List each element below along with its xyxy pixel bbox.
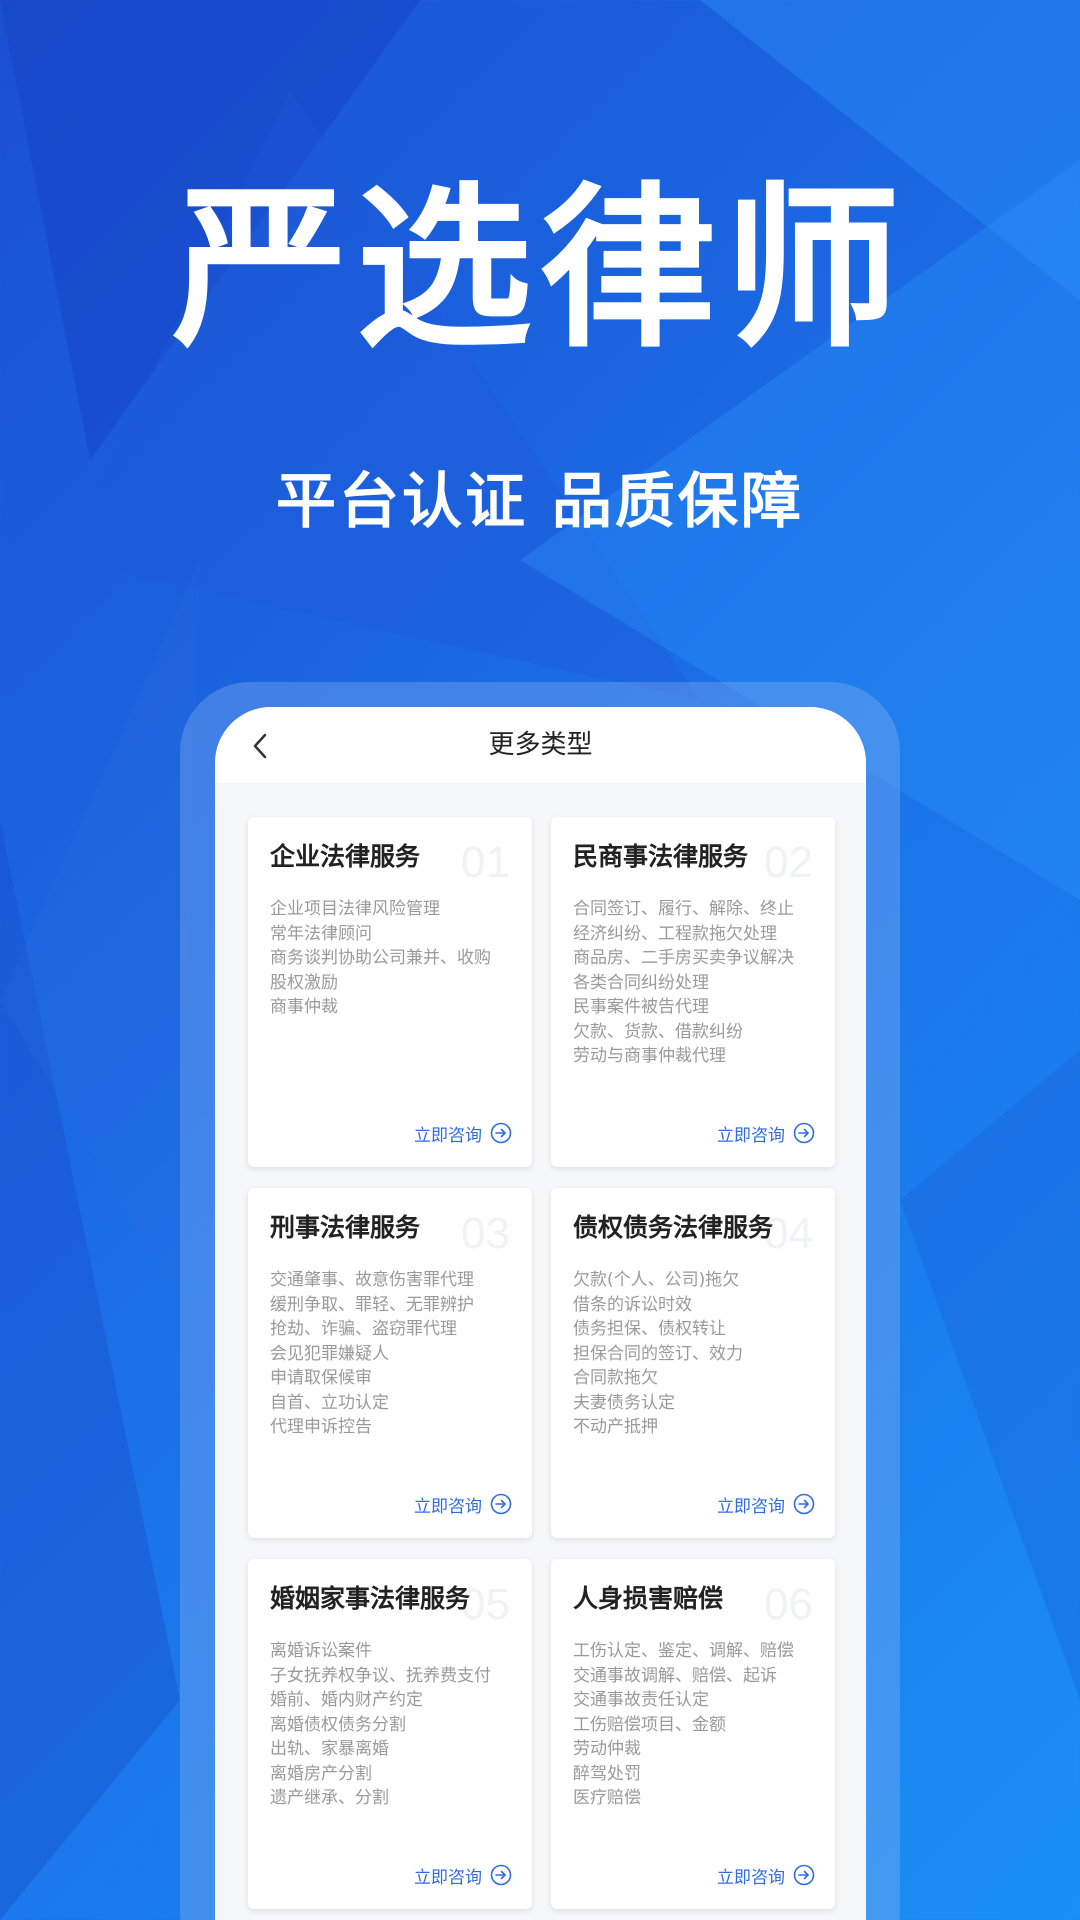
card-item-list: 企业项目法律风险管理 常年法律顾问 商务谈判协助公司兼并、收购 股权激励 商事仲…	[270, 897, 522, 1020]
list-item: 商事仲裁	[270, 997, 338, 1017]
list-item: 夫妻债务认定	[573, 1392, 675, 1413]
card-title: 债权债务法律服务	[573, 1213, 774, 1242]
list-item: 申请取保候审	[270, 1368, 372, 1388]
list-item: 缓刑争取、罪轻、无罪辨护	[270, 1294, 474, 1315]
list-item: 婚前、婚内财产约定	[270, 1690, 423, 1710]
list-item: 欠款(个人、公司)拖欠	[573, 1270, 740, 1290]
consult-label: 立即咨询	[717, 1867, 785, 1888]
consult-label: 立即咨询	[717, 1496, 785, 1517]
card-item-list: 工伤认定、鉴定、调解、赔偿 交通事故调解、赔偿、起诉 交通事故责任认定 工伤赔偿…	[573, 1639, 825, 1811]
list-item: 不动产抵押	[573, 1417, 658, 1437]
card-title: 婚姻家事法律服务	[270, 1584, 471, 1613]
page-title: 更多类型	[488, 730, 593, 760]
arrow-right-circle-icon	[490, 1493, 512, 1515]
arrow-right-circle-icon	[793, 1493, 815, 1515]
hero-title: 严选律师	[171, 167, 908, 372]
consult-button[interactable]: 立即咨询	[717, 1119, 815, 1147]
list-item: 股权激励	[270, 972, 338, 993]
list-item: 劳动仲裁	[573, 1739, 641, 1759]
list-item: 子女抚养权争议、抚养费支付	[270, 1665, 491, 1686]
card-title: 企业法律服务	[270, 842, 421, 871]
list-item: 企业项目法律风险管理	[270, 899, 440, 919]
arrow-right-circle-icon	[490, 1122, 512, 1144]
card-item-list: 离婚诉讼案件 子女抚养权争议、抚养费支付 婚前、婚内财产约定 离婚债权债务分割 …	[270, 1639, 522, 1811]
list-item: 离婚债权债务分割	[270, 1714, 406, 1735]
list-item: 遗产继承、分割	[270, 1788, 389, 1808]
list-item: 欠款、货款、借款纠纷	[573, 1021, 743, 1042]
consult-button[interactable]: 立即咨询	[414, 1861, 512, 1889]
consult-label: 立即咨询	[717, 1125, 785, 1146]
service-card-marriage-family[interactable]: 05 婚姻家事法律服务 离婚诉讼案件 子女抚养权争议、抚养费支付 婚前、婚内财产…	[248, 1559, 532, 1909]
list-item: 代理申诉控告	[270, 1417, 372, 1437]
card-number: 01	[461, 838, 510, 887]
card-title: 刑事法律服务	[270, 1213, 421, 1242]
consult-button[interactable]: 立即咨询	[414, 1490, 512, 1518]
list-item: 工伤认定、鉴定、调解、赔偿	[573, 1641, 794, 1661]
consult-button[interactable]: 立即咨询	[717, 1861, 815, 1889]
service-card-civil-commercial[interactable]: 02 民商事法律服务 合同签订、履行、解除、终止 经济纠纷、工程款拖欠处理 商品…	[551, 817, 835, 1167]
card-title: 民商事法律服务	[573, 842, 749, 871]
card-number: 03	[461, 1209, 510, 1258]
list-item: 工伤赔偿项目、金额	[573, 1714, 726, 1735]
list-item: 出轨、家暴离婚	[270, 1739, 389, 1759]
consult-label: 立即咨询	[414, 1867, 482, 1888]
list-item: 医疗赔偿	[573, 1788, 641, 1808]
list-item: 抢劫、诈骗、盗窃罪代理	[270, 1319, 457, 1339]
card-item-list: 合同签订、履行、解除、终止 经济纠纷、工程款拖欠处理 商品房、二手房买卖争议解决…	[573, 897, 825, 1069]
card-item-list: 交通肇事、故意伤害罪代理 缓刑争取、罪轻、无罪辨护 抢劫、诈骗、盗窃罪代理 会见…	[270, 1268, 522, 1440]
card-number: 06	[764, 1580, 813, 1629]
list-item: 民事案件被告代理	[573, 997, 709, 1017]
arrow-right-circle-icon	[793, 1122, 815, 1144]
consult-label: 立即咨询	[414, 1125, 482, 1146]
list-item: 债务担保、债权转让	[573, 1319, 726, 1339]
list-item: 合同款拖欠	[573, 1368, 658, 1388]
list-item: 各类合同纠纷处理	[573, 972, 709, 993]
phone-screen: 更多类型 01 企业法律服务 企业项目法律风险管理 常年法律顾问 商务谈判协助公…	[215, 707, 866, 1920]
consult-label: 立即咨询	[414, 1496, 482, 1517]
hero-subtitle: 平台认证 品质保障	[276, 467, 804, 537]
list-item: 交通事故责任认定	[573, 1690, 709, 1710]
consult-button[interactable]: 立即咨询	[414, 1119, 512, 1147]
list-item: 劳动与商事仲裁代理	[573, 1046, 726, 1066]
list-item: 自首、立功认定	[270, 1392, 389, 1413]
list-item: 商品房、二手房买卖争议解决	[573, 948, 794, 968]
list-item: 借条的诉讼时效	[573, 1294, 692, 1315]
list-item: 离婚诉讼案件	[270, 1641, 372, 1661]
list-item: 商务谈判协助公司兼并、收购	[270, 948, 491, 968]
card-title: 人身损害赔偿	[573, 1584, 724, 1613]
list-item: 经济纠纷、工程款拖欠处理	[573, 923, 777, 944]
arrow-right-circle-icon	[490, 1864, 512, 1886]
list-item: 交通事故调解、赔偿、起诉	[573, 1665, 777, 1686]
list-item: 醉驾处罚	[573, 1763, 641, 1784]
service-card-personal-injury[interactable]: 06 人身损害赔偿 工伤认定、鉴定、调解、赔偿 交通事故调解、赔偿、起诉 交通事…	[551, 1559, 835, 1909]
card-item-list: 欠款(个人、公司)拖欠 借条的诉讼时效 债务担保、债权转让 担保合同的签订、效力…	[573, 1268, 825, 1440]
arrow-right-circle-icon	[793, 1864, 815, 1886]
service-card-criminal[interactable]: 03 刑事法律服务 交通肇事、故意伤害罪代理 缓刑争取、罪轻、无罪辨护 抢劫、诈…	[248, 1188, 532, 1538]
list-item: 合同签订、履行、解除、终止	[573, 899, 794, 919]
list-item: 担保合同的签订、效力	[573, 1343, 743, 1364]
list-item: 离婚房产分割	[270, 1763, 372, 1784]
service-card-debt[interactable]: 04 债权债务法律服务 欠款(个人、公司)拖欠 借条的诉讼时效 债务担保、债权转…	[551, 1188, 835, 1538]
consult-button[interactable]: 立即咨询	[717, 1490, 815, 1518]
list-item: 会见犯罪嫌疑人	[270, 1343, 389, 1364]
list-item: 常年法律顾问	[270, 923, 372, 944]
list-item: 交通肇事、故意伤害罪代理	[270, 1270, 474, 1290]
topbar: 更多类型	[215, 707, 866, 783]
service-card-enterprise[interactable]: 01 企业法律服务 企业项目法律风险管理 常年法律顾问 商务谈判协助公司兼并、收…	[248, 817, 532, 1167]
card-number: 02	[764, 838, 813, 887]
